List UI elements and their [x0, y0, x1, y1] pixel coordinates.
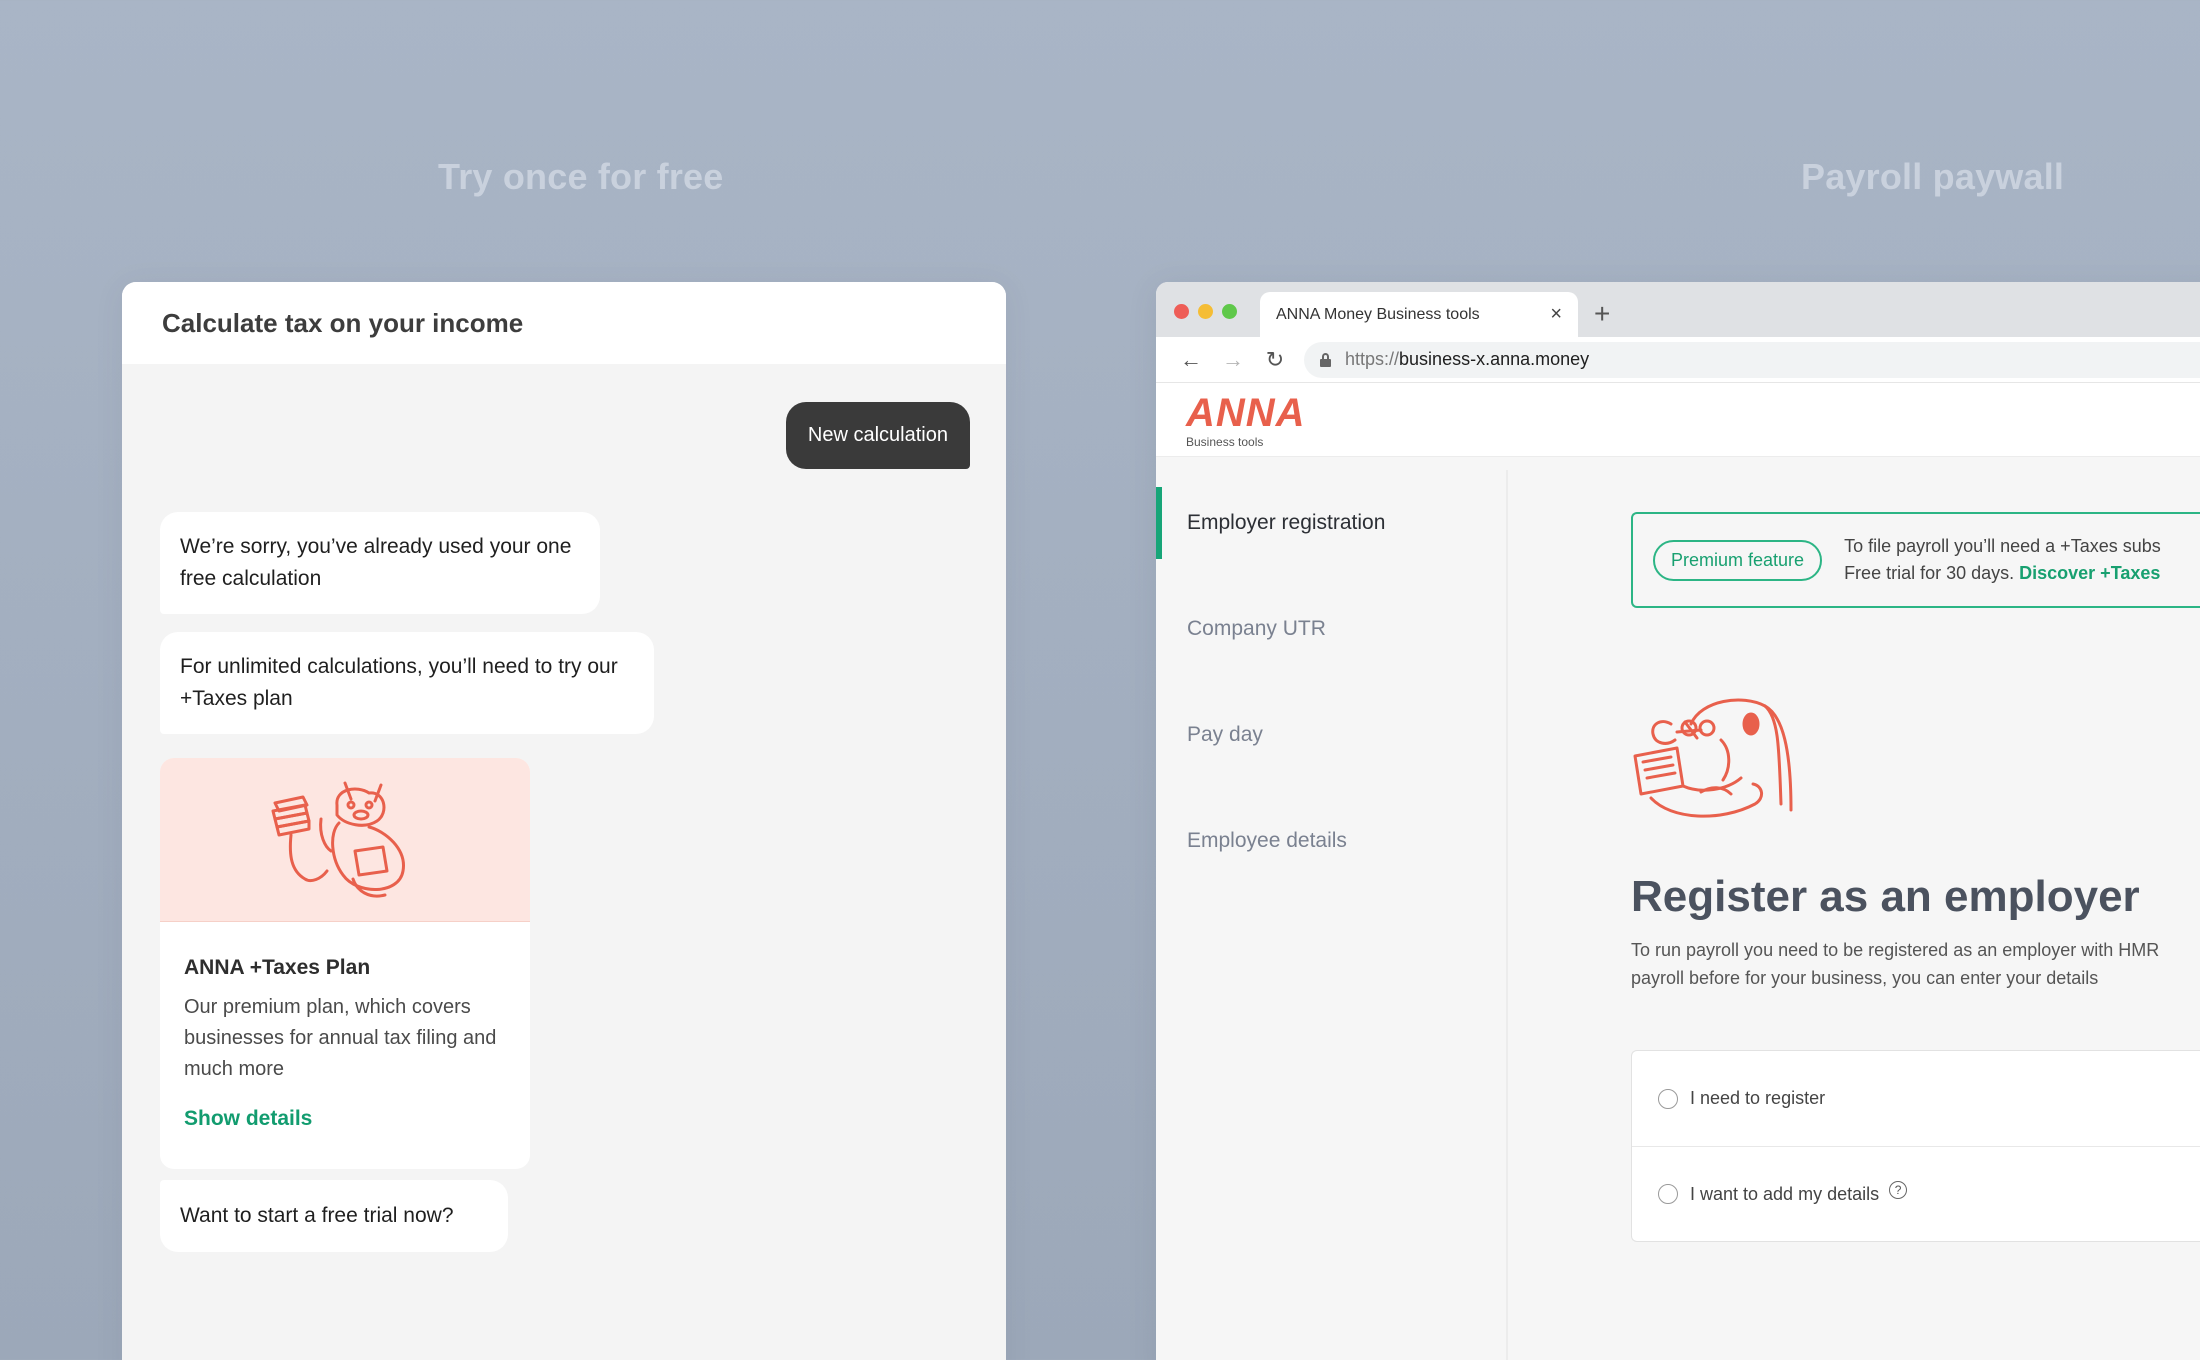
back-arrow-icon[interactable]: ←	[1170, 347, 1212, 373]
incoming-message-sorry: We’re sorry, you’ve already used your on…	[160, 512, 600, 614]
maximize-window-dot[interactable]	[1222, 304, 1237, 319]
option-add-my-details[interactable]: I want to add my details ?	[1632, 1146, 2200, 1241]
anna-logo[interactable]: ANNA	[1186, 393, 2200, 433]
reload-icon[interactable]: ↻	[1254, 347, 1296, 373]
close-tab-icon[interactable]: ×	[1550, 303, 1562, 326]
sidebar-item-company-utr[interactable]: Company UTR	[1156, 576, 1506, 682]
plan-title: ANNA +Taxes Plan	[184, 956, 371, 979]
register-description-line1: To run payroll you need to be registered…	[1631, 940, 2160, 960]
premium-banner: Premium feature To file payroll you’ll n…	[1631, 512, 2200, 608]
incoming-message-trial: Want to start a free trial now?	[160, 1180, 508, 1252]
register-description-line2: payroll before for your business, you ca…	[1631, 968, 2099, 988]
help-icon[interactable]: ?	[1889, 1181, 1908, 1199]
premium-banner-line1: To file payroll you’ll need a +Taxes sub…	[1844, 536, 2161, 556]
outgoing-message-bubble: New calculation	[785, 402, 970, 469]
app-body: Employer registration Company UTR Pay da…	[1156, 458, 2200, 1360]
dog-reading-illustration	[1631, 694, 1801, 829]
sidebar-item-employer-registration[interactable]: Employer registration	[1156, 470, 1506, 576]
app-header: ANNA Business tools	[1156, 383, 2200, 457]
premium-banner-line2-prefix: Free trial for 30 days.	[1844, 563, 2020, 583]
option-need-to-register[interactable]: I need to register	[1632, 1051, 2200, 1146]
sidebar-item-pay-day[interactable]: Pay day	[1156, 682, 1506, 788]
premium-banner-text: To file payroll you’ll need a +Taxes sub…	[1844, 533, 2161, 587]
plan-card: ANNA +Taxes Plan Our premium plan, which…	[160, 758, 530, 1169]
new-tab-button[interactable]: +	[1594, 292, 1610, 336]
registration-options: I need to register I want to add my deta…	[1631, 1050, 2200, 1242]
option-label: I want to add my details	[1690, 1183, 1880, 1204]
browser-window: ANNA Money Business tools × + ← → ↻ http…	[1156, 282, 2200, 1360]
option-label: I need to register	[1690, 1088, 1826, 1108]
tab-strip: ANNA Money Business tools × +	[1156, 282, 2200, 337]
window-controls	[1174, 304, 1237, 319]
url-protocol: https://	[1345, 349, 1400, 369]
section-title-right: Payroll paywall	[1801, 156, 2065, 197]
cat-with-documents-illustration	[160, 758, 530, 922]
browser-tab[interactable]: ANNA Money Business tools ×	[1260, 292, 1578, 337]
main-content: Premium feature To file payroll you’ll n…	[1631, 458, 2200, 1360]
section-title-left: Try once for free	[438, 156, 724, 197]
show-details-link[interactable]: Show details	[184, 1107, 312, 1131]
tab-title: ANNA Money Business tools	[1276, 305, 1480, 323]
forward-arrow-icon[interactable]: →	[1212, 347, 1254, 373]
address-bar: ← → ↻ https://business-x.anna.money	[1156, 337, 2200, 383]
incoming-message-unlimited: For unlimited calculations, you’ll need …	[160, 632, 654, 734]
sidebar: Employer registration Company UTR Pay da…	[1156, 470, 1508, 1360]
minimize-window-dot[interactable]	[1198, 304, 1213, 319]
url-host: business-x.anna.money	[1399, 349, 1590, 369]
discover-taxes-link[interactable]: Discover +Taxes	[2019, 563, 2160, 583]
sidebar-item-employee-details[interactable]: Employee details	[1156, 788, 1506, 894]
plan-description: Our premium plan, which covers businesse…	[184, 996, 497, 1080]
chat-header: Calculate tax on your income	[122, 282, 1006, 364]
premium-feature-badge: Premium feature	[1653, 539, 1823, 581]
radio-add-my-details[interactable]	[1658, 1184, 1678, 1204]
register-title: Register as an employer	[1631, 872, 2140, 921]
logo-subtitle: Business tools	[1186, 435, 1264, 449]
close-window-dot[interactable]	[1174, 304, 1189, 319]
lock-icon	[1320, 353, 1331, 367]
register-description: To run payroll you need to be registered…	[1631, 936, 2200, 992]
url-input[interactable]: https://business-x.anna.money	[1304, 341, 2200, 378]
chat-panel: Calculate tax on your income New calcula…	[122, 282, 1006, 1360]
radio-need-to-register[interactable]	[1658, 1088, 1678, 1109]
chat-title: Calculate tax on your income	[162, 307, 524, 338]
premium-banner-line2: Free trial for 30 days. Discover +Taxes	[1844, 560, 2161, 587]
